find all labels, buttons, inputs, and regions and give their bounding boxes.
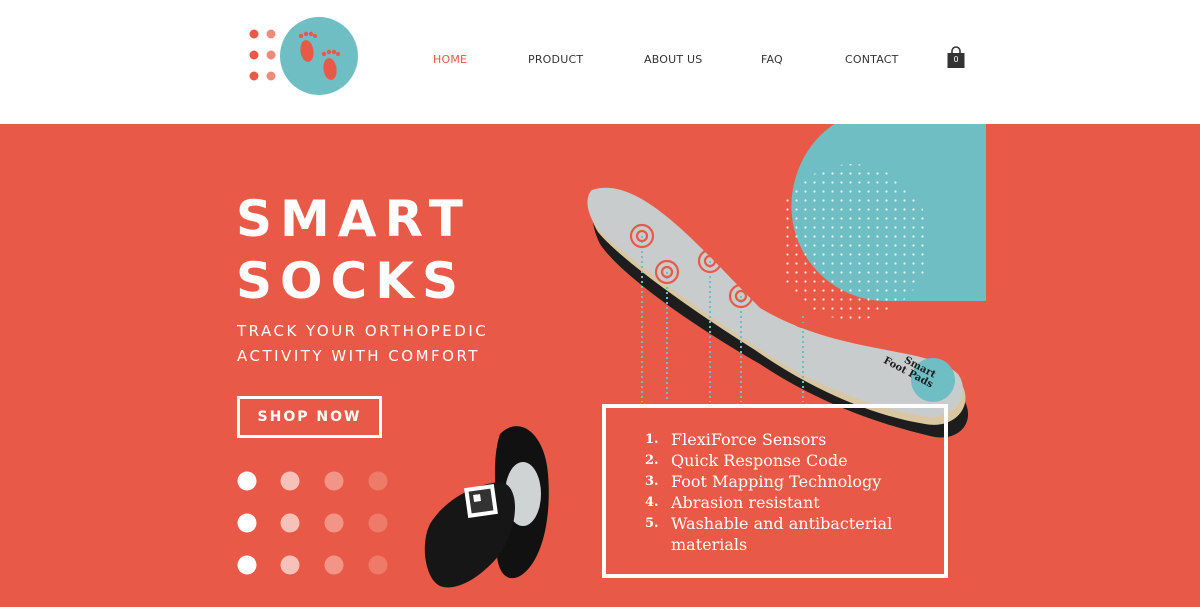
hero-banner: Smart Foot Pads SMART SOCKS TRACK YOUR O… [0, 124, 1200, 607]
feature-text: Washable and antibacterial materials [671, 514, 893, 554]
nav-contact[interactable]: CONTACT [845, 53, 899, 66]
nav-product[interactable]: PRODUCT [528, 53, 583, 66]
feature-number: 1. [645, 432, 659, 447]
hero-artwork: Smart Foot Pads [237, 124, 1200, 607]
hero-title-line1: SMART [236, 190, 471, 248]
site-header: HOME PRODUCT ABOUT US FAQ CONTACT 0 [0, 0, 1200, 124]
feature-number: 5. [645, 516, 659, 531]
footprints-logo-icon[interactable] [244, 14, 364, 98]
decorative-dot-grid [237, 471, 388, 575]
features-list: 1. FlexiForce Sensors 2. Quick Response Co… [645, 429, 905, 555]
feature-number: 2. [645, 453, 659, 468]
nav-about-us[interactable]: ABOUT US [644, 53, 702, 66]
feature-number: 4. [645, 495, 659, 510]
nav-faq[interactable]: FAQ [761, 53, 783, 66]
feature-item: 3. Foot Mapping Technology [645, 471, 905, 492]
hero-title-line2: SOCKS [236, 252, 466, 310]
feature-item: 1. FlexiForce Sensors [645, 429, 905, 450]
dot-pattern [780, 164, 925, 320]
feature-item: 2. Quick Response Code [645, 450, 905, 471]
cart-button[interactable]: 0 [946, 46, 966, 70]
feature-text: Foot Mapping Technology [671, 472, 882, 491]
hero-tagline-line2: ACTIVITY WITH COMFORT [237, 347, 480, 365]
socks-image [424, 426, 549, 588]
feature-item: 4. Abrasion resistant [645, 492, 905, 513]
feature-item: 5. Washable and antibacterial materials [645, 513, 905, 555]
feature-number: 3. [645, 474, 659, 489]
nav-home[interactable]: HOME [433, 53, 467, 66]
feature-text: FlexiForce Sensors [671, 430, 827, 449]
cart-count: 0 [953, 55, 959, 64]
feature-text: Quick Response Code [671, 451, 848, 470]
feature-text: Abrasion resistant [671, 493, 820, 512]
shop-now-button[interactable]: SHOP NOW [237, 396, 382, 438]
hero-tagline-line1: TRACK YOUR ORTHOPEDIC [237, 322, 489, 340]
